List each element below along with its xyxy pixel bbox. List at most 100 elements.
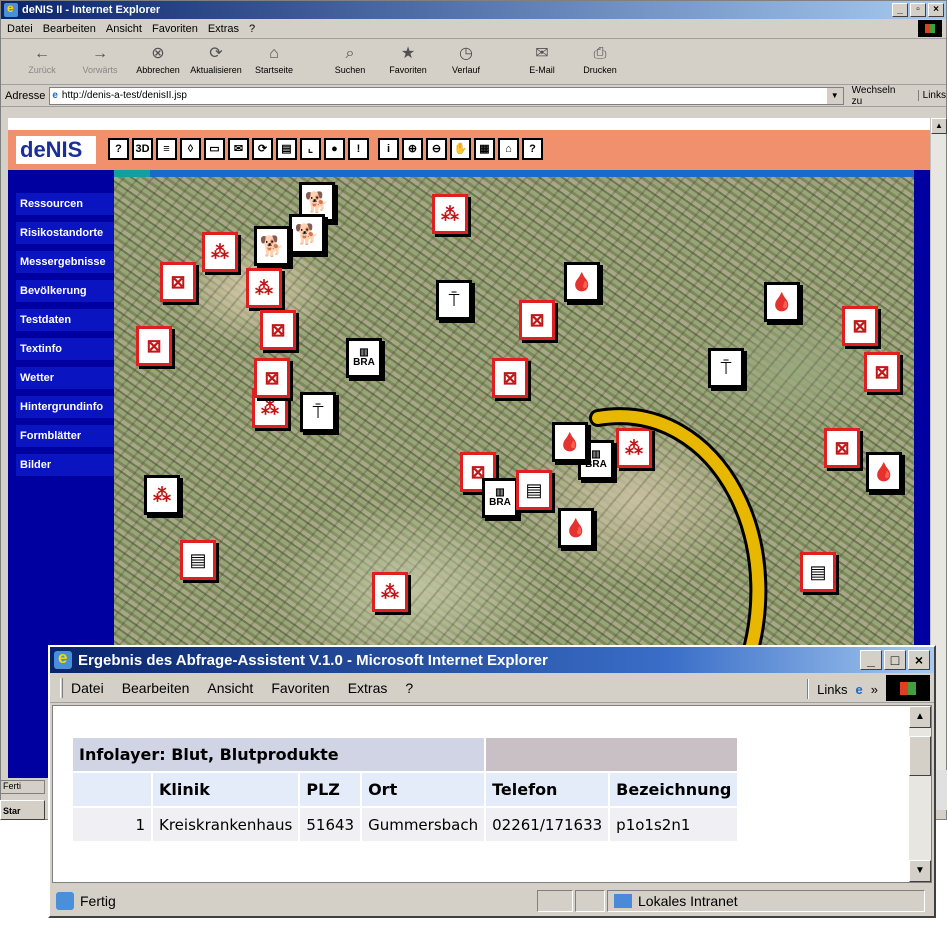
search-button[interactable]: ⌕ Suchen bbox=[321, 43, 379, 75]
scroll-up-icon[interactable]: ▲ bbox=[931, 118, 947, 134]
close-button[interactable]: × bbox=[928, 3, 944, 17]
back-button[interactable]: ← Zurück bbox=[13, 43, 71, 75]
tool-database-icon[interactable]: ▭ bbox=[204, 138, 225, 160]
home-button[interactable]: ⌂ Startseite bbox=[245, 43, 303, 75]
tool-help-wizard-icon[interactable]: ? bbox=[108, 138, 129, 160]
map-marker-spray[interactable]: ⁂ bbox=[246, 268, 282, 308]
map-marker-cart[interactable]: ⊠ bbox=[864, 352, 900, 392]
chevron-right-icon[interactable]: » bbox=[871, 682, 878, 697]
popup-menu-datei[interactable]: Datei bbox=[71, 680, 104, 696]
menu-grip[interactable] bbox=[60, 677, 63, 698]
map-marker-blood[interactable]: 🩸 bbox=[558, 508, 594, 548]
map-marker-cart[interactable]: ⊠ bbox=[260, 310, 296, 350]
map-marker-blood[interactable]: 🩸 bbox=[764, 282, 800, 322]
mail-button[interactable]: ✉ E-Mail bbox=[513, 43, 571, 75]
popup-links-label[interactable]: Links bbox=[817, 682, 847, 697]
map-marker-cart[interactable]: ⊠ bbox=[519, 300, 555, 340]
map-marker-spray[interactable]: ⁂ bbox=[616, 428, 652, 468]
favorites-button[interactable]: ★ Favoriten bbox=[379, 43, 437, 75]
popup-vertical-scrollbar[interactable]: ▲ ▼ bbox=[909, 706, 931, 882]
menu-ansicht[interactable]: Ansicht bbox=[106, 23, 142, 35]
map-marker-depot[interactable]: ▤ bbox=[180, 540, 216, 580]
map-marker-spray[interactable]: ⁂ bbox=[144, 475, 180, 515]
tool-zoom-out-icon[interactable]: ⊖ bbox=[426, 138, 447, 160]
minimize-button[interactable]: _ bbox=[892, 3, 908, 17]
map-marker-cart[interactable]: ⊠ bbox=[842, 306, 878, 346]
print-button[interactable]: ⎙ Drucken bbox=[571, 43, 629, 75]
map-marker-bra[interactable]: ▥ BRA bbox=[482, 478, 518, 518]
tool-grid-icon[interactable]: ▦ bbox=[474, 138, 495, 160]
sidebar-item-wetter[interactable]: Wetter bbox=[16, 367, 116, 389]
go-button[interactable]: Wechseln zu bbox=[852, 85, 908, 107]
tool-help-icon[interactable]: ? bbox=[522, 138, 543, 160]
popup-maximize-button[interactable]: □ bbox=[884, 650, 906, 670]
scroll-up-icon[interactable]: ▲ bbox=[909, 706, 931, 728]
map-marker-spray[interactable]: ⁂ bbox=[202, 232, 238, 272]
links-button[interactable]: Links bbox=[917, 90, 946, 101]
map-marker-spray[interactable]: ⁂ bbox=[372, 572, 408, 612]
map-marker-cart[interactable]: ⊠ bbox=[254, 358, 290, 398]
links-page-icon[interactable]: e bbox=[856, 682, 863, 697]
tool-zoom-in-icon[interactable]: ⊕ bbox=[402, 138, 423, 160]
sidebar-item-hintergrundinfo[interactable]: Hintergrundinfo bbox=[16, 396, 116, 418]
address-dropdown-icon[interactable]: ▼ bbox=[826, 87, 843, 104]
map-marker-cart[interactable]: ⊠ bbox=[492, 358, 528, 398]
tool-mail-icon[interactable]: ✉ bbox=[228, 138, 249, 160]
sidebar-item-testdaten[interactable]: Testdaten bbox=[16, 309, 116, 331]
address-input[interactable]: e http://denis-a-test/denisII.jsp ▼ bbox=[49, 86, 844, 105]
sidebar-item-messergebnisse[interactable]: Messergebnisse bbox=[16, 251, 116, 273]
map-marker-bra[interactable]: ▥ BRA bbox=[346, 338, 382, 378]
map-marker-dog[interactable]: 🐕 bbox=[254, 226, 290, 266]
map-marker-cart[interactable]: ⊠ bbox=[160, 262, 196, 302]
popup-menu-ansicht[interactable]: Ansicht bbox=[207, 680, 253, 696]
tool-pan-icon[interactable]: ✋ bbox=[450, 138, 471, 160]
tool-3d-icon[interactable]: 3D bbox=[132, 138, 153, 160]
map-marker-blood[interactable]: 🩸 bbox=[866, 452, 902, 492]
tool-document-icon[interactable]: ▤ bbox=[276, 138, 297, 160]
popup-menu-extras[interactable]: Extras bbox=[348, 680, 388, 696]
menu-help[interactable]: ? bbox=[249, 23, 255, 35]
map-marker-antenna[interactable]: ⍑ bbox=[300, 392, 336, 432]
start-button-fragment[interactable]: Star bbox=[0, 800, 45, 820]
map-marker-cart[interactable]: ⊠ bbox=[136, 326, 172, 366]
history-button[interactable]: ◷ Verlauf bbox=[437, 43, 495, 75]
popup-minimize-button[interactable]: _ bbox=[860, 650, 882, 670]
tool-refresh-icon[interactable]: ⟳ bbox=[252, 138, 273, 160]
sidebar-item-ressourcen[interactable]: Ressourcen bbox=[16, 193, 116, 215]
tool-layer-icon[interactable]: ◊ bbox=[180, 138, 201, 160]
menu-favoriten[interactable]: Favoriten bbox=[152, 23, 198, 35]
sidebar-item-bevoelkerung[interactable]: Bevölkerung bbox=[16, 280, 116, 302]
popup-close-button[interactable]: × bbox=[908, 650, 930, 670]
tool-globe-icon[interactable]: ● bbox=[324, 138, 345, 160]
map-marker-spray[interactable]: ⁂ bbox=[432, 194, 468, 234]
map-marker-blood[interactable]: 🩸 bbox=[552, 422, 588, 462]
sidebar-item-formblaetter[interactable]: Formblätter bbox=[16, 425, 116, 447]
sidebar-item-risikostandorte[interactable]: Risikostandorte bbox=[16, 222, 116, 244]
tool-home-icon[interactable]: ⌂ bbox=[498, 138, 519, 160]
forward-button[interactable]: → Vorwärts bbox=[71, 43, 129, 75]
tool-measure-icon[interactable]: ⌞ bbox=[300, 138, 321, 160]
sidebar-item-textinfo[interactable]: Textinfo bbox=[16, 338, 116, 360]
map-marker-cart[interactable]: ⊠ bbox=[824, 428, 860, 468]
map-marker-antenna[interactable]: ⍑ bbox=[708, 348, 744, 388]
map-marker-depot[interactable]: ▤ bbox=[516, 470, 552, 510]
scroll-thumb[interactable] bbox=[909, 736, 931, 776]
tool-info-icon[interactable]: i bbox=[378, 138, 399, 160]
map-marker-blood[interactable]: 🩸 bbox=[564, 262, 600, 302]
map-marker-dog[interactable]: 🐕 bbox=[289, 214, 325, 254]
tool-alert-icon[interactable]: ! bbox=[348, 138, 369, 160]
menu-extras[interactable]: Extras bbox=[208, 23, 239, 35]
map-marker-antenna[interactable]: ⍑ bbox=[436, 280, 472, 320]
sidebar-item-bilder[interactable]: Bilder bbox=[16, 454, 116, 476]
refresh-button[interactable]: ⟳ Aktualisieren bbox=[187, 43, 245, 75]
stop-button[interactable]: ⊗ Abbrechen bbox=[129, 43, 187, 75]
menu-bearbeiten[interactable]: Bearbeiten bbox=[43, 23, 96, 35]
restore-button[interactable]: ▫ bbox=[910, 3, 926, 17]
map-marker-depot[interactable]: ▤ bbox=[800, 552, 836, 592]
menu-datei[interactable]: Datei bbox=[7, 23, 33, 35]
popup-menu-help[interactable]: ? bbox=[405, 680, 413, 696]
popup-menu-bearbeiten[interactable]: Bearbeiten bbox=[122, 680, 190, 696]
scroll-down-icon[interactable]: ▼ bbox=[909, 860, 931, 882]
popup-menu-favoriten[interactable]: Favoriten bbox=[271, 680, 329, 696]
tool-list-icon[interactable]: ≡ bbox=[156, 138, 177, 160]
